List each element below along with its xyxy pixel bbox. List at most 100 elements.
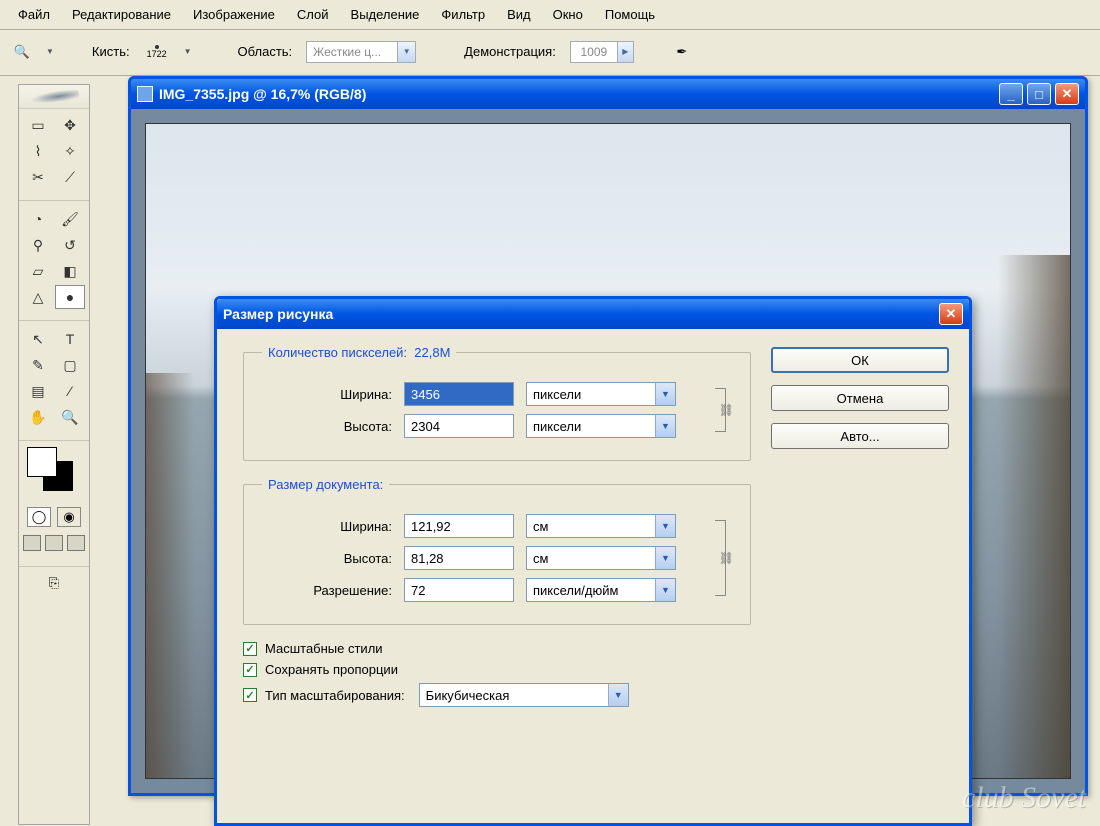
doc-width-field[interactable] (404, 514, 514, 538)
brush-label: Кисть: (92, 44, 130, 59)
color-swatches[interactable] (23, 447, 85, 499)
pixel-count-value: 22,8M (414, 345, 450, 360)
area-dropdown[interactable]: ▼ (306, 41, 416, 63)
jump-to-icon[interactable]: ⎘ (19, 569, 89, 597)
cancel-button[interactable]: Отмена (771, 385, 949, 411)
close-button[interactable]: ✕ (1055, 83, 1079, 105)
screen-full-menu-icon[interactable] (45, 535, 63, 551)
scale-styles-label: Масштабные стили (265, 641, 383, 656)
history-brush-icon[interactable]: ↺ (55, 233, 85, 257)
constrain-link-icon: ⛓ (712, 374, 732, 446)
pixel-dimensions-label: Количество пискселей: (268, 345, 407, 360)
lasso-tool-icon[interactable]: ⌇ (23, 139, 53, 163)
marquee-tool-icon[interactable]: ▭ (23, 113, 53, 137)
path-select-icon[interactable]: ↖ (23, 327, 53, 351)
dialog-close-button[interactable]: ✕ (939, 303, 963, 325)
demo-label: Демонстрация: (464, 44, 556, 59)
menu-filter[interactable]: Фильтр (431, 4, 495, 25)
chevron-down-icon[interactable]: ▼ (655, 547, 675, 569)
brush-dropdown-arrow[interactable]: ▼ (184, 47, 192, 56)
canvas-decoration (146, 373, 194, 778)
menu-help[interactable]: Помощь (595, 4, 665, 25)
screen-full-icon[interactable] (67, 535, 85, 551)
ok-button[interactable]: ОК (771, 347, 949, 373)
work-area: ▭ ✥ ⌇ ✧ ✂ ⟋ ◔ 🖌 ⚲ ↺ ▱ ◧ △ ● ↖ T ✎ ▢ ▤ ⁄ … (0, 76, 1100, 825)
menu-window[interactable]: Окно (543, 4, 593, 25)
height-label: Высота: (262, 419, 392, 434)
chevron-down-icon[interactable]: ▼ (608, 684, 628, 706)
menu-edit[interactable]: Редактирование (62, 4, 181, 25)
auto-button[interactable]: Авто... (771, 423, 949, 449)
maximize-button[interactable]: □ (1027, 83, 1051, 105)
foreground-color[interactable] (27, 447, 57, 477)
screen-standard-icon[interactable] (23, 535, 41, 551)
image-file-icon (137, 86, 153, 102)
image-titlebar[interactable]: IMG_7355.jpg @ 16,7% (RGB/8) _ □ ✕ (131, 79, 1085, 109)
blur-tool-icon[interactable]: △ (23, 285, 53, 309)
toolbox-header (19, 85, 89, 109)
play-icon[interactable]: ▶ (617, 42, 633, 62)
pen-tool-icon[interactable]: ✎ (23, 353, 53, 377)
doc-width-unit[interactable]: см▼ (526, 514, 676, 538)
quickmask-mode-icon[interactable]: ◉ (57, 507, 81, 527)
resolution-unit[interactable]: пиксели/дюйм▼ (526, 578, 676, 602)
resample-method-dropdown[interactable]: Бикубическая▼ (419, 683, 629, 707)
chevron-down-icon[interactable]: ▼ (655, 383, 675, 405)
toolbox: ▭ ✥ ⌇ ✧ ✂ ⟋ ◔ 🖌 ⚲ ↺ ▱ ◧ △ ● ↖ T ✎ ▢ ▤ ⁄ … (18, 84, 90, 825)
width-label: Ширина: (262, 387, 392, 402)
demo-value[interactable] (571, 43, 617, 61)
doc-height-unit[interactable]: см▼ (526, 546, 676, 570)
menu-layer[interactable]: Слой (287, 4, 339, 25)
stamp-tool-icon[interactable]: ⚲ (23, 233, 53, 257)
brush-tool-icon[interactable]: 🖌 (55, 207, 85, 231)
chevron-down-icon[interactable]: ▼ (655, 415, 675, 437)
resample-checkbox[interactable]: ✓ (243, 688, 257, 702)
chevron-down-icon[interactable]: ▼ (655, 515, 675, 537)
image-size-dialog: Размер рисунка ✕ Количество пискселей: 2… (214, 296, 972, 826)
image-title: IMG_7355.jpg @ 16,7% (RGB/8) (159, 86, 999, 102)
hand-tool-icon[interactable]: ✋ (23, 405, 53, 429)
chevron-down-icon[interactable]: ▼ (397, 42, 415, 62)
area-label: Область: (238, 44, 293, 59)
pixel-height-unit[interactable]: пиксели▼ (526, 414, 676, 438)
eyedropper-tool-icon[interactable]: ⁄ (55, 379, 85, 403)
resolution-field[interactable] (404, 578, 514, 602)
constrain-link-icon: ⛓ (712, 506, 732, 610)
zoom-tool-icon-tb[interactable]: 🔍 (55, 405, 85, 429)
move-tool-icon[interactable]: ✥ (55, 113, 85, 137)
menu-select[interactable]: Выделение (341, 4, 430, 25)
standard-mode-icon[interactable]: ◯ (27, 507, 51, 527)
gradient-tool-icon[interactable]: ◧ (55, 259, 85, 283)
area-value[interactable] (307, 43, 397, 61)
minimize-button[interactable]: _ (999, 83, 1023, 105)
pixel-height-field[interactable] (404, 414, 514, 438)
doc-height-field[interactable] (404, 546, 514, 570)
dodge-tool-icon[interactable]: ● (55, 285, 85, 309)
constrain-proportions-label: Сохранять пропорции (265, 662, 398, 677)
heal-tool-icon[interactable]: ◔ (23, 207, 53, 231)
pixel-width-unit[interactable]: пиксели▼ (526, 382, 676, 406)
scale-styles-checkbox[interactable]: ✓ (243, 642, 257, 656)
brush-preview[interactable]: 1722 (144, 39, 170, 65)
zoom-tool-icon[interactable]: 🔍 (12, 42, 32, 62)
resolution-label: Разрешение: (262, 583, 392, 598)
menu-view[interactable]: Вид (497, 4, 541, 25)
menu-image[interactable]: Изображение (183, 4, 285, 25)
dialog-titlebar[interactable]: Размер рисунка ✕ (217, 299, 969, 329)
canvas-decoration (998, 255, 1070, 778)
chevron-down-icon[interactable]: ▼ (655, 579, 675, 601)
menu-file[interactable]: Файл (8, 4, 60, 25)
tool-preset-dropdown[interactable]: ▼ (46, 47, 54, 56)
dialog-title: Размер рисунка (223, 306, 939, 322)
demo-field[interactable]: ▶ (570, 41, 634, 63)
notes-tool-icon[interactable]: ▤ (23, 379, 53, 403)
eraser-tool-icon[interactable]: ▱ (23, 259, 53, 283)
constrain-proportions-checkbox[interactable]: ✓ (243, 663, 257, 677)
wand-tool-icon[interactable]: ✧ (55, 139, 85, 163)
pixel-width-field[interactable] (404, 382, 514, 406)
type-tool-icon[interactable]: T (55, 327, 85, 351)
shape-tool-icon[interactable]: ▢ (55, 353, 85, 377)
slice-tool-icon[interactable]: ⟋ (55, 165, 85, 189)
airbrush-icon[interactable]: ✒ (672, 42, 692, 62)
crop-tool-icon[interactable]: ✂ (23, 165, 53, 189)
